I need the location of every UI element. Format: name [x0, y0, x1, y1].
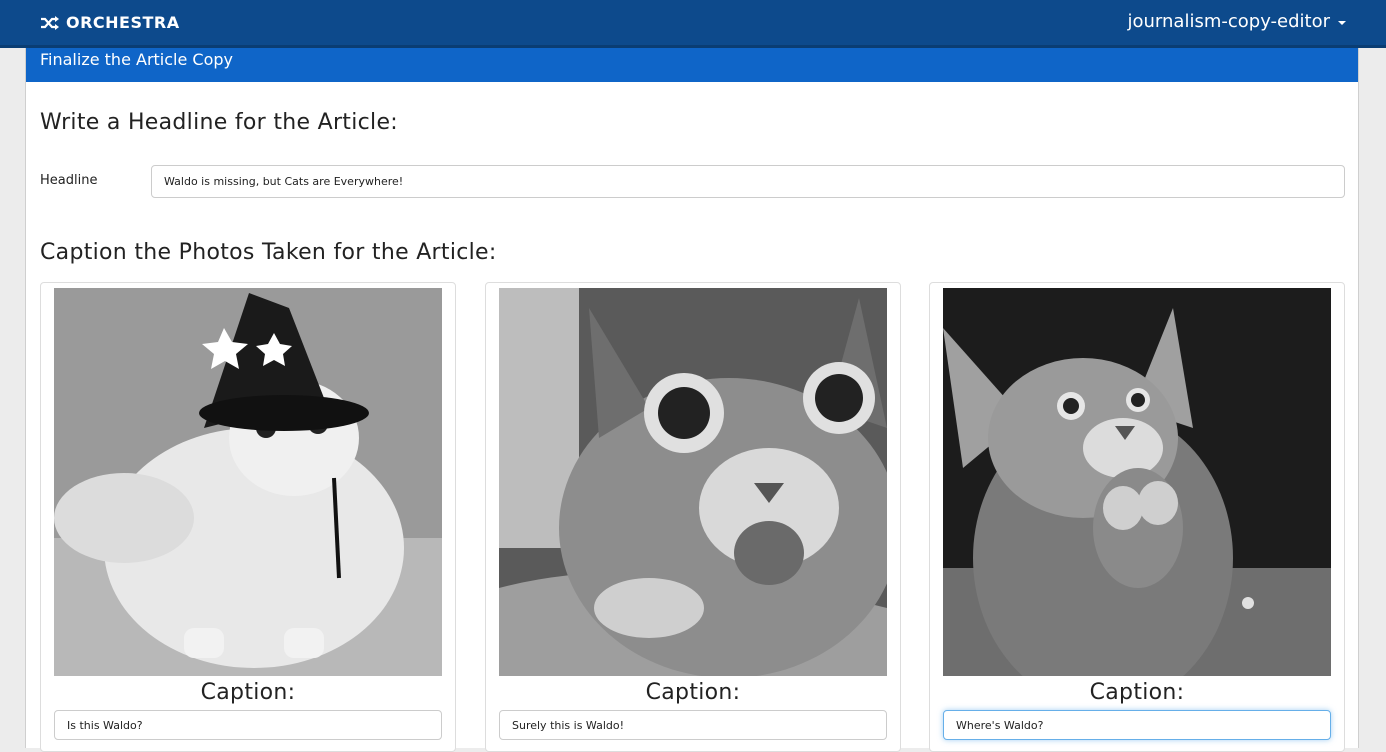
user-menu-dropdown[interactable]: journalism-copy-editor [1127, 11, 1346, 32]
headline-input[interactable] [151, 165, 1345, 198]
caption-label: Caption: [645, 680, 741, 705]
brand-name: ORCHESTRA [66, 13, 180, 32]
photo-card: Caption: [929, 282, 1345, 752]
task-panel: Finalize the Article Copy Write a Headli… [25, 48, 1359, 752]
caret-down-icon [1338, 20, 1346, 25]
photos-section-title: Caption the Photos Taken for the Article… [40, 240, 497, 265]
user-name: journalism-copy-editor [1127, 11, 1331, 32]
brand-logo[interactable]: ORCHESTRA [40, 13, 180, 32]
cat-wizard-hat-photo [54, 288, 442, 676]
caption-input[interactable] [943, 710, 1331, 740]
caption-label: Caption: [200, 680, 296, 705]
headline-label: Headline [40, 173, 98, 188]
photo-card: Caption: [485, 282, 901, 752]
caption-label: Caption: [1089, 680, 1185, 705]
top-navbar: ORCHESTRA journalism-copy-editor [0, 0, 1386, 48]
kitten-praying-photo [943, 288, 1331, 676]
shuffle-icon [40, 15, 60, 30]
panel-heading: Finalize the Article Copy [26, 48, 1358, 82]
cat-surprised-photo [499, 288, 887, 676]
photo-card: Caption: [40, 282, 456, 752]
headline-section-title: Write a Headline for the Article: [40, 110, 399, 135]
caption-input[interactable] [499, 710, 887, 740]
caption-input[interactable] [54, 710, 442, 740]
